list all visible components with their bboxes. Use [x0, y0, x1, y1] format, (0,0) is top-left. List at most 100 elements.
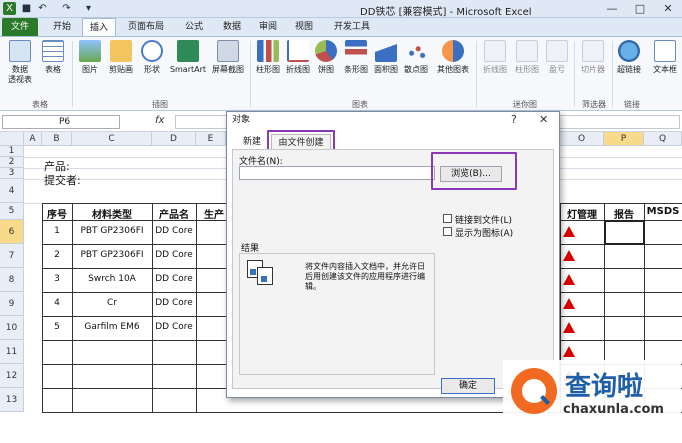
- group-label-sparklines: 迷你图: [513, 100, 537, 109]
- cell-no-1[interactable]: 1: [42, 226, 72, 236]
- cell-product-4[interactable]: DD Core: [152, 298, 196, 308]
- group-label-tables: 表格: [32, 100, 48, 109]
- tab-page-layout[interactable]: 页面布局: [120, 18, 172, 36]
- row-header-3[interactable]: 3: [0, 168, 24, 179]
- cell-no-5[interactable]: 5: [42, 322, 72, 332]
- row-header-9[interactable]: 9: [0, 292, 24, 316]
- undo-icon[interactable]: ↶: [36, 2, 49, 15]
- display-as-icon-checkbox[interactable]: [443, 227, 452, 236]
- redo-icon[interactable]: ↷: [60, 2, 73, 15]
- text-box-icon: [654, 40, 676, 62]
- header-product-name: 产品名: [159, 210, 189, 221]
- clip-art-icon: [110, 40, 132, 62]
- line-chart-button[interactable]: 折线图: [284, 40, 312, 75]
- minimize-button[interactable]: —: [598, 1, 626, 16]
- hyperlink-button[interactable]: 超链接: [614, 40, 644, 75]
- other-charts-button[interactable]: 其他图表: [434, 40, 472, 75]
- pivot-table-icon: [9, 40, 31, 62]
- ok-button[interactable]: 确定: [441, 378, 495, 394]
- watermark: 查询啦 chaxunla.com: [503, 360, 681, 442]
- cell-no-2[interactable]: 2: [42, 250, 72, 260]
- column-header-b[interactable]: B: [42, 132, 72, 146]
- tab-view[interactable]: 视图: [286, 18, 322, 36]
- row-header-7[interactable]: 7: [0, 244, 24, 268]
- area-chart-button[interactable]: 面积图: [372, 40, 400, 75]
- watermark-brand: 查询啦: [565, 372, 644, 402]
- cell-material-4[interactable]: Cr: [72, 298, 152, 308]
- sparkline-column-icon: [516, 40, 538, 62]
- clip-art-button[interactable]: 剪贴画: [105, 40, 137, 75]
- picture-button[interactable]: 图片: [77, 40, 103, 75]
- restore-button[interactable]: □: [626, 1, 654, 16]
- tab-home[interactable]: 开始: [44, 18, 80, 36]
- screenshot-icon: [217, 40, 239, 62]
- cell-product-5[interactable]: DD Core: [152, 322, 196, 332]
- sparkline-line-button[interactable]: 折线图: [480, 40, 510, 75]
- scatter-chart-icon: [405, 40, 427, 62]
- column-header-o[interactable]: O: [560, 132, 604, 146]
- pie-chart-button[interactable]: 饼图: [314, 40, 338, 75]
- column-header-e[interactable]: E: [196, 132, 226, 146]
- customize-icon[interactable]: ▾: [82, 2, 95, 15]
- column-header-c[interactable]: C: [72, 132, 152, 146]
- fx-icon[interactable]: fx: [155, 115, 164, 126]
- pivot-table-button[interactable]: 数据 透视表: [4, 40, 36, 85]
- row-header-4[interactable]: 4: [0, 179, 24, 203]
- active-cell-p6[interactable]: [604, 220, 645, 245]
- sparkline-winloss-button[interactable]: 盈亏: [544, 40, 570, 75]
- cell-product-3[interactable]: DD Core: [152, 274, 196, 284]
- result-description: 将文件内容插入文档中，并允许日后用创建该文件的应用程序进行编辑。: [305, 262, 425, 291]
- cell-product-1[interactable]: DD Core: [152, 226, 196, 236]
- cell-no-3[interactable]: 3: [42, 274, 72, 284]
- table-button[interactable]: 表格: [40, 40, 66, 75]
- name-box[interactable]: P6: [2, 115, 120, 129]
- tab-developer[interactable]: 开发工具: [326, 18, 378, 36]
- shapes-button[interactable]: 形状: [140, 40, 164, 75]
- row-header-5[interactable]: 5: [0, 203, 24, 220]
- cell-product-2[interactable]: DD Core: [152, 250, 196, 260]
- dialog-close-button[interactable]: ✕: [539, 113, 548, 127]
- help-button[interactable]: ?: [511, 113, 517, 127]
- filename-input[interactable]: [239, 166, 435, 180]
- sparkline-column-button[interactable]: 柱形图: [512, 40, 542, 75]
- select-all-corner[interactable]: [0, 132, 24, 146]
- row-header-1[interactable]: 1: [0, 146, 24, 157]
- cell-material-2[interactable]: PBT GP2306FI: [72, 250, 152, 260]
- screenshot-button[interactable]: 屏幕截图: [210, 40, 246, 75]
- tab-insert[interactable]: 插入: [82, 18, 116, 36]
- text-box-button[interactable]: 文本框: [650, 40, 680, 75]
- cell-no-4[interactable]: 4: [42, 298, 72, 308]
- embedded-object-icon: [247, 260, 277, 286]
- smartart-button[interactable]: SmartArt: [168, 40, 208, 75]
- scatter-chart-button[interactable]: 散点图: [402, 40, 430, 75]
- line-chart-icon: [287, 40, 309, 62]
- column-header-q[interactable]: Q: [644, 132, 682, 146]
- close-button[interactable]: ✕: [654, 1, 682, 16]
- row-header-2[interactable]: 2: [0, 157, 24, 168]
- tab-review[interactable]: 审阅: [250, 18, 286, 36]
- tab-file[interactable]: 文件: [2, 18, 38, 36]
- cell-material-5[interactable]: Garfilm EM6: [72, 322, 152, 332]
- cell-material-1[interactable]: PBT GP2306FI: [72, 226, 152, 236]
- save-icon[interactable]: ■: [20, 2, 33, 15]
- column-chart-button[interactable]: 柱形图: [254, 40, 282, 75]
- sparkline-winloss-icon: [546, 40, 568, 62]
- row-header-10[interactable]: 10: [0, 316, 24, 340]
- row-header-8[interactable]: 8: [0, 268, 24, 292]
- link-to-file-checkbox[interactable]: [443, 214, 452, 223]
- group-label-illustrations: 插图: [152, 100, 168, 109]
- slicer-button[interactable]: 切片器: [578, 40, 608, 75]
- header-material-type: 材料类型: [92, 210, 132, 221]
- column-header-a[interactable]: A: [24, 132, 42, 146]
- row-header-6[interactable]: 6: [0, 220, 24, 244]
- tab-formulas[interactable]: 公式: [176, 18, 212, 36]
- row-header-13[interactable]: 13: [0, 388, 24, 412]
- row-header-11[interactable]: 11: [0, 340, 24, 364]
- column-header-d[interactable]: D: [152, 132, 196, 146]
- tab-data[interactable]: 数据: [214, 18, 250, 36]
- row-header-12[interactable]: 12: [0, 364, 24, 388]
- tab-create-new[interactable]: 新建: [235, 134, 269, 150]
- column-header-p[interactable]: P: [604, 132, 644, 146]
- cell-material-3[interactable]: Swrch 10A: [72, 274, 152, 284]
- bar-chart-button[interactable]: 条形图: [342, 40, 370, 75]
